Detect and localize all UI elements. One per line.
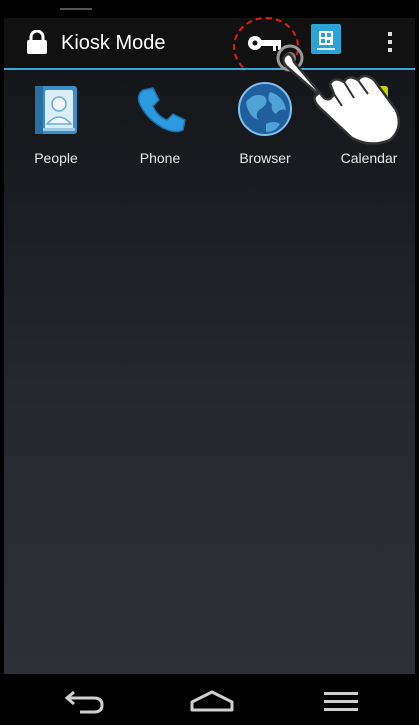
device-screen: Kiosk Mode People Phone Browser Calendar [0,0,419,725]
calendar-icon [350,86,388,132]
home-icon [190,690,234,712]
key-icon [248,36,281,51]
app-browser[interactable]: Browser [215,80,315,176]
qr-code-icon [311,24,341,54]
overflow-menu-button[interactable] [372,18,408,68]
app-title: Kiosk Mode [61,32,166,54]
phone-icon [137,87,186,133]
app-label: Browser [239,150,291,166]
navigation-bar [4,674,415,725]
home-button[interactable] [182,682,242,718]
app-label: Calendar [340,150,398,166]
exit-kiosk-key-button[interactable] [233,18,299,68]
lock-icon [27,30,47,54]
qr-code-button[interactable] [307,18,347,68]
overflow-menu-icon [388,32,392,36]
back-button[interactable] [54,682,114,718]
browser-icon [238,82,292,136]
app-phone[interactable]: Phone [110,80,210,176]
recents-button[interactable] [310,682,370,718]
status-bar [0,0,419,18]
recents-icon [324,692,358,711]
back-icon [64,690,104,714]
status-indicator [60,8,92,10]
app-label: Phone [139,150,181,166]
overflow-menu-icon [388,48,392,52]
people-icon [35,86,77,134]
app-label: People [34,150,78,166]
overflow-menu-icon [388,40,392,44]
app-calendar[interactable]: Calendar [319,80,419,176]
app-people[interactable]: People [6,80,106,176]
